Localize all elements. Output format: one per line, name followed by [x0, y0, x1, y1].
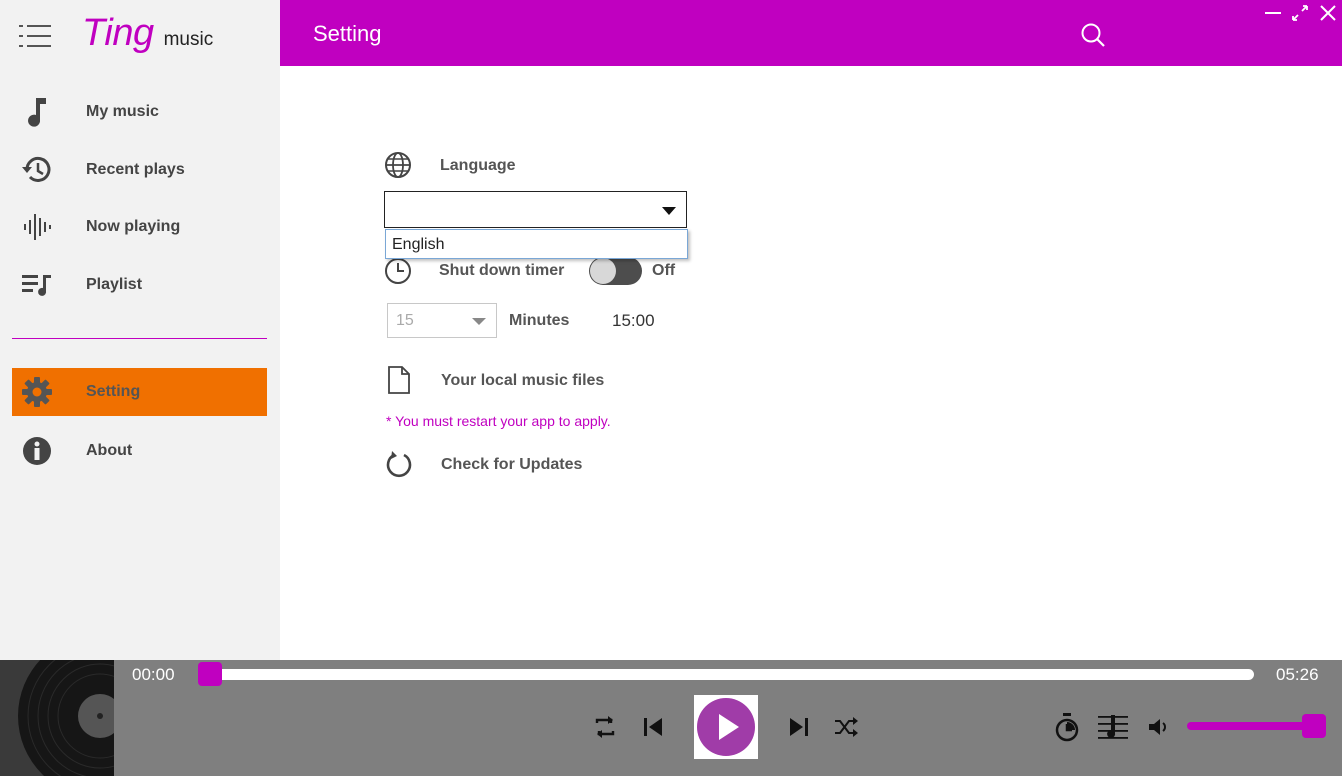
language-select[interactable] — [384, 191, 687, 228]
brand-logo: Ting music — [82, 12, 213, 55]
waveform-icon — [12, 203, 62, 251]
file-icon — [386, 366, 412, 399]
app-window: Ting music My music Recent plays Now pla… — [0, 0, 1342, 776]
music-note-icon — [12, 88, 62, 136]
history-icon — [12, 146, 62, 194]
minutes-select[interactable]: 15 — [387, 303, 497, 338]
minimize-icon[interactable] — [1263, 3, 1283, 28]
progress-handle[interactable] — [198, 662, 222, 686]
close-icon[interactable] — [1318, 3, 1338, 28]
chevron-down-icon — [662, 207, 676, 215]
chevron-down-icon — [472, 318, 486, 325]
maximize-icon[interactable] — [1290, 3, 1310, 28]
repeat-icon[interactable] — [590, 712, 620, 742]
play-circle — [697, 698, 755, 756]
volume-handle[interactable] — [1302, 714, 1326, 738]
total-time: 05:26 — [1276, 665, 1319, 684]
sidebar-item-about[interactable]: About — [12, 427, 267, 475]
sidebar-item-label: Playlist — [86, 276, 143, 293]
next-track-icon[interactable] — [784, 712, 814, 742]
timer-time-value: 15:00 — [612, 311, 655, 330]
toggle-knob — [590, 258, 616, 284]
clock-icon — [384, 257, 412, 290]
shutdown-timer-label: Shut down timer — [439, 262, 565, 279]
minutes-label: Minutes — [509, 312, 570, 329]
vinyl-record-icon — [0, 660, 114, 776]
lyrics-icon[interactable] — [1096, 712, 1130, 742]
page-title: Setting — [313, 21, 382, 46]
sidebar-item-label: My music — [86, 103, 159, 120]
sidebar-item-playlist[interactable]: Playlist — [12, 261, 267, 309]
sidebar-divider — [12, 338, 267, 339]
search-icon[interactable] — [1080, 22, 1106, 48]
player-bar: 00:00 05:26 — [0, 660, 1342, 776]
sidebar-item-label: Recent plays — [86, 161, 185, 178]
play-button[interactable] — [694, 695, 758, 759]
shutdown-timer-state: Off — [652, 262, 676, 279]
volume-icon[interactable] — [1144, 712, 1174, 742]
info-icon — [12, 427, 62, 475]
sleep-timer-icon[interactable] — [1052, 712, 1082, 742]
sidebar-item-setting[interactable]: Setting — [12, 368, 267, 416]
gear-icon — [12, 368, 62, 416]
sidebar-item-recent-plays[interactable]: Recent plays — [12, 146, 267, 194]
language-dropdown-list: English — [385, 229, 688, 259]
playlist-icon — [12, 261, 62, 309]
globe-icon — [384, 151, 412, 184]
settings-panel: Language Shut down timer Off 15 Minutes … — [280, 66, 1342, 660]
refresh-icon — [385, 450, 413, 483]
sidebar: Ting music My music Recent plays Now pla… — [0, 0, 280, 660]
local-music-files-link[interactable]: Your local music files — [441, 372, 604, 390]
previous-track-icon[interactable] — [638, 712, 668, 742]
sidebar-item-now-playing[interactable]: Now playing — [12, 203, 267, 251]
progress-bar[interactable] — [206, 669, 1254, 680]
shuffle-icon[interactable] — [831, 712, 861, 742]
restart-note: * You must restart your app to apply. — [386, 413, 611, 429]
header-bar: Setting — [280, 0, 1342, 66]
brand-name: Ting — [82, 12, 154, 54]
language-label: Language — [440, 157, 516, 174]
sidebar-item-my-music[interactable]: My music — [12, 88, 267, 136]
minutes-select-value: 15 — [396, 312, 414, 329]
shutdown-timer-toggle[interactable] — [589, 257, 642, 285]
check-updates-link[interactable]: Check for Updates — [441, 456, 582, 474]
brand-suffix: music — [163, 29, 214, 50]
current-time: 00:00 — [132, 665, 175, 684]
sidebar-item-label: Setting — [86, 383, 141, 400]
sidebar-item-label: Now playing — [86, 218, 181, 235]
sidebar-item-label: About — [86, 442, 133, 459]
language-option[interactable]: English — [392, 236, 444, 254]
hamburger-menu-icon[interactable] — [19, 22, 53, 50]
